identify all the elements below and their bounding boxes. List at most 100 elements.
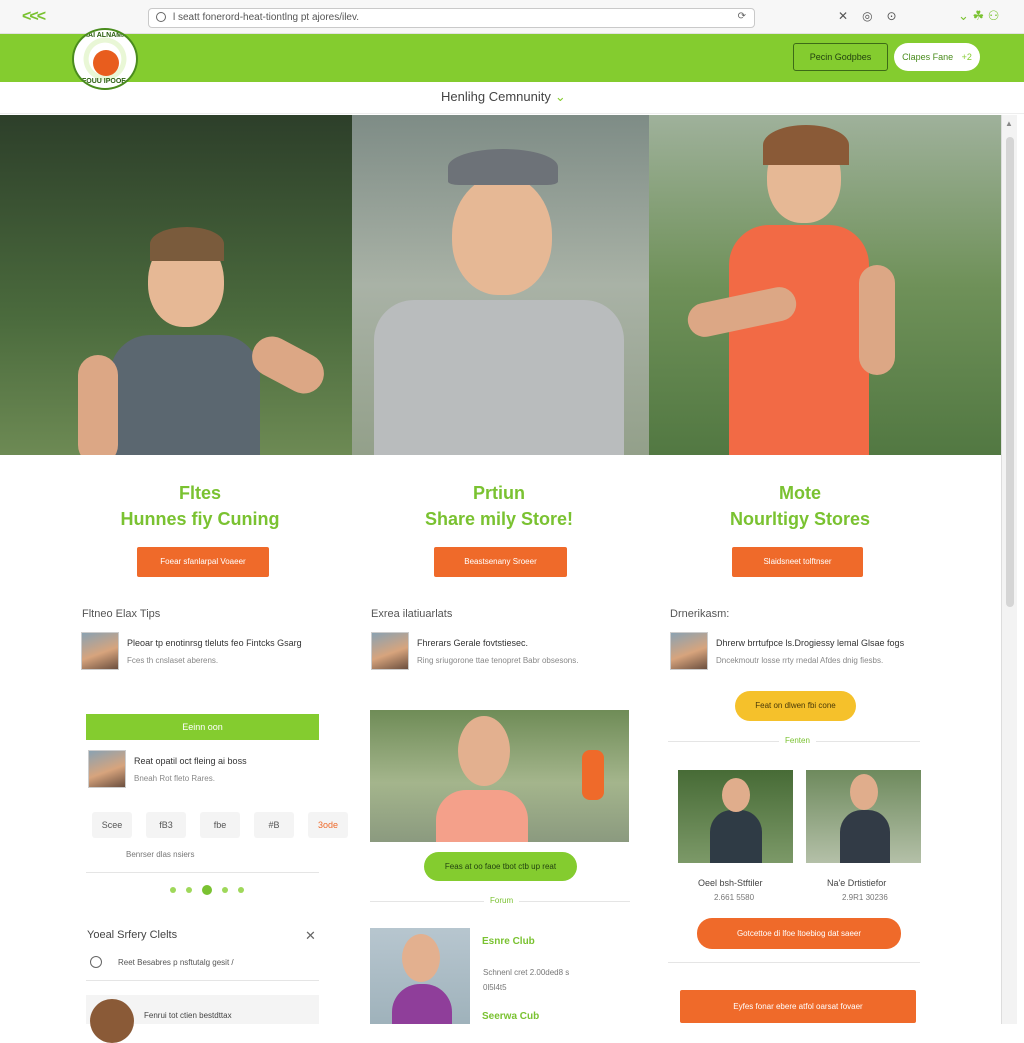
tag-chips: Scee fB3 fbe #B 3ode	[92, 812, 348, 838]
feature-button-1[interactable]: Foear sfanlarpal Voaeer	[137, 547, 269, 577]
feature-title-2: Prtiun Share mily Store!	[349, 480, 649, 532]
carousel-dot[interactable]	[222, 887, 228, 893]
list-item[interactable]: Reat opatil oct fleing ai boss Bneah Rot…	[88, 750, 318, 790]
join-pill-button[interactable]: Feas at oo faoe tbot ctb up reat	[424, 852, 577, 881]
tag-chip[interactable]: 3ode	[308, 812, 348, 838]
address-text: l seatt fonerord-heat-tiontlng pt ajores…	[173, 12, 360, 23]
friend-name: Fenrui tot ctien bestdttax	[144, 1011, 232, 1020]
runner-name-2[interactable]: Na'e Drtistiefor	[827, 878, 886, 888]
runner-card-photo-2	[806, 770, 921, 863]
browser-actions: ✕ ◎ ⊙	[838, 9, 897, 23]
friend-row[interactable]: Fenrui tot ctien bestdttax	[86, 995, 319, 1043]
tips-heading: Fltneo Elax Tips	[82, 608, 161, 620]
logo-ring-text: RIHAI ALNAMAS	[76, 32, 132, 39]
feature-title-2-line2: Share mily Store!	[424, 509, 574, 529]
carousel-dot[interactable]	[170, 887, 176, 893]
reload-icon[interactable]: ⟳	[738, 11, 746, 22]
back-arrows-icon[interactable]: <<<	[22, 8, 46, 26]
carousel-dot[interactable]	[238, 887, 244, 893]
avatar	[371, 632, 409, 670]
runner-name-1[interactable]: Oeel bsh-Stftiler	[698, 878, 763, 888]
tag-chip[interactable]: fbe	[200, 812, 240, 838]
browser-chrome: <<< l seatt fonerord-heat-tiontlng pt aj…	[0, 0, 1024, 34]
divider	[86, 980, 319, 981]
club-meta: Schnenl cret 2.00ded8 s	[483, 968, 570, 977]
feature-title-3-line2: Nourltigy Stores	[729, 509, 871, 529]
logo-emblem-icon	[93, 50, 119, 76]
orange-pill-button[interactable]: Gotcettoe di lfoe ltoebiog dat saeer	[697, 918, 901, 949]
club-meta-2: 0l5l4t5	[483, 983, 507, 992]
avatar	[90, 999, 134, 1043]
runner-card-photo-1	[678, 770, 793, 863]
divider	[86, 872, 319, 873]
community-dropdown[interactable]: Henlihg Cemnunity ⌄	[441, 89, 566, 105]
list-item-subtitle: Bneah Rot fleto Rares.	[134, 774, 215, 783]
feature-title-1-line2: Hunnes fiy Cuning	[120, 509, 280, 529]
list-item-subtitle: Dncekmoutr losse rrty rnedal Afdes dnig …	[716, 656, 884, 665]
tag-chip[interactable]: fB3	[146, 812, 186, 838]
hero-photo-runner-man	[0, 115, 352, 455]
header-white-button[interactable]: Clapes Fane +2	[894, 43, 980, 71]
runner-meta-2: 2.9R1 30236	[842, 893, 888, 902]
carousel-dot-active[interactable]	[202, 885, 212, 895]
tag-chip[interactable]: #B	[254, 812, 294, 838]
search-icon[interactable]	[90, 956, 102, 968]
puzzle-icon[interactable]: ✕	[838, 9, 848, 23]
lock-icon	[156, 12, 166, 22]
runner-meta-1: 2.661 5580	[714, 893, 755, 902]
club-title[interactable]: Esnre Club	[482, 936, 535, 947]
logo-bottom-text: FOUU IPOOE	[82, 78, 126, 85]
runner-photo	[370, 710, 629, 842]
hero-photo-runner-woman-orange	[649, 115, 1001, 455]
site-logo[interactable]: RIHAI ALNAMAS FOUU IPOOE	[72, 28, 138, 90]
yellow-pill-button[interactable]: Feat on dlwen fbi cone	[735, 691, 856, 721]
club-photo	[370, 928, 470, 1024]
list-item-title: Dhrerw brrtufpce ls.Drogiessy lemal Glsa…	[716, 638, 905, 648]
header-outline-button[interactable]: Pecin Godpbes	[793, 43, 888, 71]
feature-title-2-line1: Prtiun	[473, 483, 525, 503]
header-white-button-suffix: +2	[961, 52, 972, 62]
carousel-dot[interactable]	[186, 887, 192, 893]
list-item-subtitle: Fces th cnslaset aberens.	[127, 656, 219, 665]
feature-button-2[interactable]: Beastsenany Sroeer	[434, 547, 567, 577]
list-item[interactable]: Pleoar tp enotinrsg tleluts feo Fintcks …	[81, 632, 341, 672]
scroll-up-icon[interactable]: ▲	[1005, 119, 1013, 128]
friends-heading: Yoeal Srfery Clelts	[87, 929, 178, 941]
address-bar[interactable]: l seatt fonerord-heat-tiontlng pt ajores…	[148, 8, 755, 28]
green-bar-button[interactable]: Eeinn oon	[86, 714, 319, 740]
clock-icon[interactable]: ◎	[862, 9, 872, 23]
hero-photo-runner-woman-visor	[352, 115, 649, 455]
divider-label: Fenten	[779, 736, 816, 745]
list-item[interactable]: Dhrerw brrtufpce ls.Drogiessy lemal Glsa…	[670, 632, 930, 672]
avatar	[81, 632, 119, 670]
scrollbar-thumb[interactable]	[1006, 137, 1014, 607]
list-item-subtitle: Ring sriugorone ttae tenopret Babr obses…	[417, 656, 579, 665]
carousel-dots	[170, 885, 244, 895]
list-item[interactable]: Fhrerars Gerale fovtstiesec. Ring sriugo…	[371, 632, 631, 672]
avatar	[670, 632, 708, 670]
list-item-title: Pleoar tp enotinrsg tleluts feo Fintcks …	[127, 638, 302, 648]
page-scrollbar[interactable]: ▲	[1001, 115, 1017, 1024]
club-title-2[interactable]: Seerwa Cub	[482, 1011, 539, 1022]
list-item-title: Fhrerars Gerale fovtstiesec.	[417, 638, 529, 648]
feature-title-1: Fltes Hunnes fiy Cuning	[50, 480, 350, 532]
list-item-title: Reat opatil oct fleing ai boss	[134, 756, 247, 766]
settings-icon[interactable]: ⊙	[887, 9, 897, 23]
community-dropdown-label: Henlihg Cemnunity	[441, 89, 551, 104]
profile-icon[interactable]: ⌄ ☘ ⚇	[958, 8, 999, 24]
bottom-cta-button[interactable]: Eyfes fonar ebere atfol oarsat fovaer	[680, 990, 916, 1023]
avatar	[88, 750, 126, 788]
feature-title-1-line1: Fltes	[178, 483, 221, 503]
forum-divider-label: Forum	[484, 896, 520, 905]
divider	[668, 962, 920, 963]
feature-title-3: Mote Nourltigy Stores	[650, 480, 950, 532]
feature-button-3[interactable]: Slaidsneet tolftnser	[732, 547, 863, 577]
close-icon[interactable]: ✕	[305, 928, 316, 944]
chips-caption: Benrser dlas nsiers	[126, 850, 195, 859]
feature-title-3-line1: Mote	[779, 483, 821, 503]
friends-search-text[interactable]: Reet Besabres p nsftutalg gesit /	[118, 958, 234, 967]
tag-chip[interactable]: Scee	[92, 812, 132, 838]
header-white-button-label: Clapes Fane	[902, 52, 954, 62]
stories-heading: Exrea ilatiuarlats	[371, 608, 453, 620]
dinner-heading: Drnerikasm:	[670, 608, 730, 620]
